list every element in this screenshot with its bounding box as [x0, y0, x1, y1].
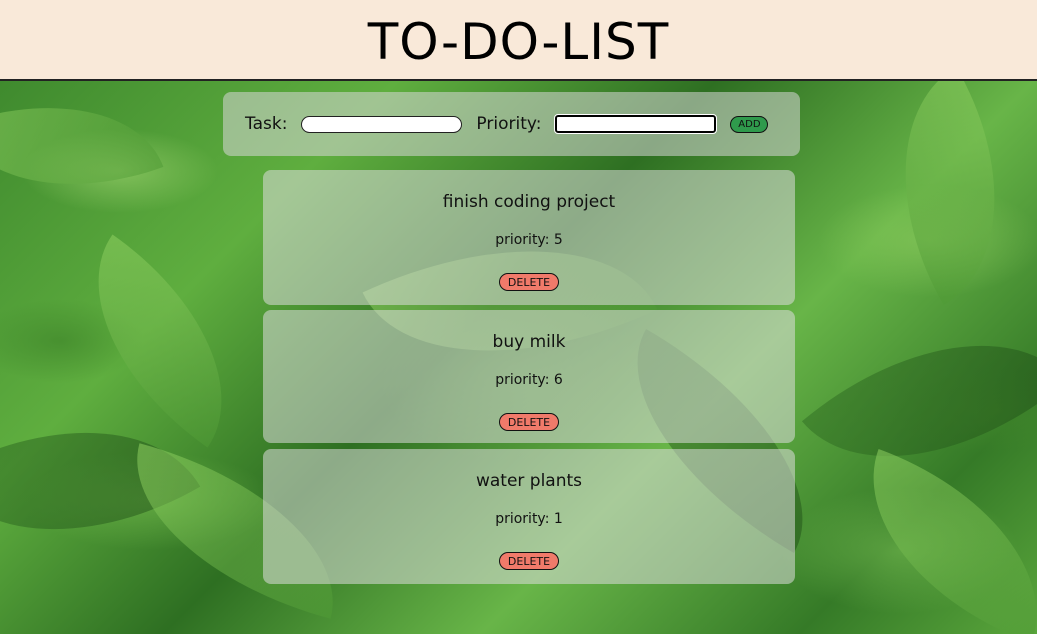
task-title: buy milk [492, 332, 566, 352]
page-title: TO-DO-LIST [367, 12, 670, 71]
task-title: water plants [475, 471, 583, 491]
add-task-form: Task: Priority: ADD [223, 92, 800, 156]
leaf-decoration [43, 234, 277, 448]
delete-button[interactable]: DELETE [499, 413, 559, 431]
leaf-decoration [0, 81, 164, 229]
leaf-decoration [834, 449, 1037, 634]
task-input[interactable] [301, 115, 463, 133]
leaf-decoration [843, 81, 1037, 306]
add-button[interactable]: ADD [730, 115, 769, 133]
task-title: finish coding project [442, 192, 616, 212]
task-priority: priority: 5 [495, 232, 563, 248]
task-card: water plants priority: 1 DELETE [263, 449, 795, 584]
priority-label: Priority: [476, 114, 542, 134]
task-priority: priority: 1 [495, 511, 563, 527]
header-bar: TO-DO-LIST [0, 0, 1037, 81]
task-label: Task: [245, 114, 288, 134]
delete-button[interactable]: DELETE [499, 273, 559, 291]
delete-button[interactable]: DELETE [499, 552, 559, 570]
task-card: finish coding project priority: 5 DELETE [263, 170, 795, 305]
task-priority: priority: 6 [495, 372, 563, 388]
task-card: buy milk priority: 6 DELETE [263, 310, 795, 443]
priority-input[interactable] [554, 114, 718, 134]
